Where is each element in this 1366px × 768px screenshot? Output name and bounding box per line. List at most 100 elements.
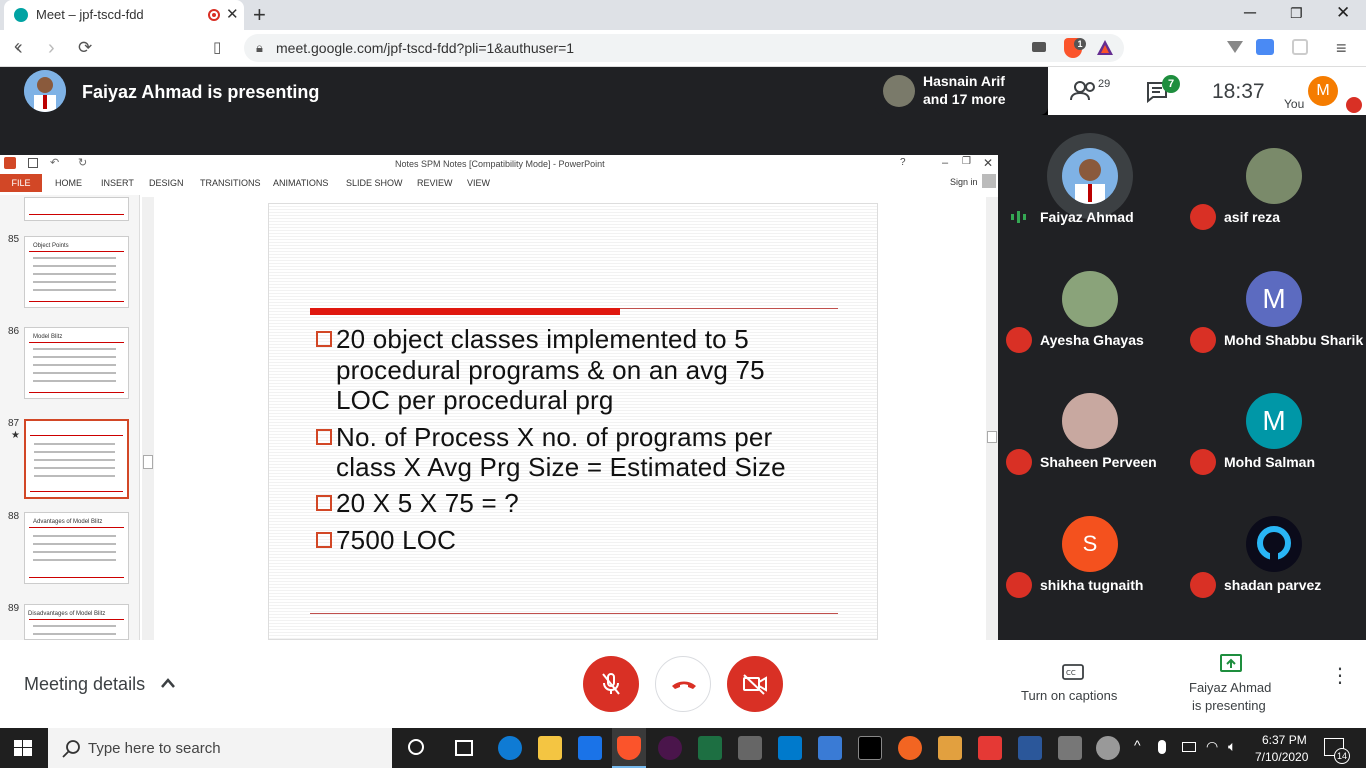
bookmark-icon[interactable]: ▯ bbox=[213, 38, 221, 56]
sign-in-link[interactable]: Sign in bbox=[950, 177, 978, 187]
slide-thumbnail-88[interactable]: Advantages of Model Blitz bbox=[24, 512, 129, 584]
participant-name: Faiyaz Ahmad bbox=[1040, 209, 1134, 225]
redo-icon[interactable]: ↻ bbox=[78, 156, 87, 169]
mic-off-icon bbox=[1006, 572, 1032, 598]
browser-menu-icon[interactable]: ≡ bbox=[1336, 38, 1347, 59]
slide-thumbnail-87-selected[interactable] bbox=[24, 419, 129, 499]
anydesk-taskbar-icon[interactable] bbox=[978, 736, 1002, 760]
ribbon-tab-transitions[interactable]: TRANSITIONS bbox=[200, 178, 261, 188]
word-taskbar-icon[interactable] bbox=[1018, 736, 1042, 760]
slide-number: 87 bbox=[8, 418, 20, 429]
bullet-1-line-2: procedural programs & on an avg 75 bbox=[336, 355, 765, 385]
ribbon-tab-slide-show[interactable]: SLIDE SHOW bbox=[346, 178, 403, 188]
camera-in-use-icon[interactable] bbox=[1032, 42, 1046, 52]
microphone-tray-icon[interactable] bbox=[1158, 740, 1166, 754]
tab-close-icon[interactable]: ✕ bbox=[226, 5, 239, 23]
ribbon-tab-animations[interactable]: ANIMATIONS bbox=[273, 178, 328, 188]
people-icon[interactable] bbox=[1070, 81, 1098, 101]
ribbon-tab-design[interactable]: DESIGN bbox=[149, 178, 184, 188]
captions-icon[interactable]: CC bbox=[1062, 664, 1084, 680]
taskbar-search-box[interactable]: Type here to search bbox=[48, 728, 392, 768]
reload-icon[interactable]: ⟳ bbox=[78, 38, 92, 58]
ribbon-tab-view[interactable]: VIEW bbox=[467, 178, 490, 188]
browser-tab[interactable]: Meet – jpf-tscd-fdd ✕ bbox=[4, 0, 244, 30]
battery-tray-icon[interactable] bbox=[1182, 742, 1196, 752]
mic-off-icon bbox=[1190, 449, 1216, 475]
presenter-banner: Faiyaz Ahmad is presenting bbox=[82, 82, 320, 102]
leave-call-button[interactable] bbox=[655, 656, 711, 712]
omnibox[interactable]: 🔒︎ meet.google.com/jpf-tscd-fdd?pli=1&au… bbox=[244, 34, 1124, 62]
brave-taskbar-icon[interactable] bbox=[617, 736, 641, 760]
ppt-restore-button[interactable]: ❐ bbox=[962, 156, 971, 167]
participant-avatar bbox=[1062, 148, 1118, 204]
search-placeholder: Type here to search bbox=[88, 740, 221, 757]
chevron-up-icon[interactable] bbox=[160, 677, 176, 689]
brave-rewards-icon[interactable] bbox=[1096, 39, 1114, 57]
participant-name: shadan parvez bbox=[1224, 577, 1322, 593]
ribbon-tab-file[interactable]: FILE bbox=[0, 174, 42, 192]
excel-taskbar-icon[interactable] bbox=[698, 736, 722, 760]
meeting-details-button[interactable]: Meeting details bbox=[24, 674, 145, 695]
thumbnail-title: Advantages of Model Blitz bbox=[33, 519, 103, 525]
undo-icon[interactable]: ↶ bbox=[50, 156, 59, 169]
tray-chevron-icon[interactable]: ^ bbox=[1134, 737, 1141, 753]
ppt-close-button[interactable]: ✕ bbox=[983, 156, 993, 170]
slack-taskbar-icon[interactable] bbox=[658, 736, 682, 760]
cortana-icon[interactable] bbox=[408, 739, 424, 755]
slide-scrollbar[interactable] bbox=[986, 197, 998, 640]
taskbar-date[interactable]: 7/10/2020 bbox=[1255, 750, 1308, 764]
new-tab-button[interactable]: + bbox=[253, 2, 266, 28]
ribbon-tab-review[interactable]: REVIEW bbox=[417, 178, 453, 188]
mail-taskbar-icon[interactable] bbox=[578, 736, 602, 760]
other-participants-chip[interactable]: Hasnain Arif and 17 more bbox=[875, 67, 1048, 115]
presenting-label-line-1[interactable]: Faiyaz Ahmad bbox=[1189, 680, 1271, 695]
slide-thumbnail-85[interactable]: Object Points bbox=[24, 236, 129, 308]
slide-thumbnail-86[interactable]: Model Blitz bbox=[24, 327, 129, 399]
extension-icon[interactable] bbox=[1292, 39, 1308, 55]
participant-avatar: M bbox=[1246, 393, 1302, 449]
mic-toggle-button[interactable] bbox=[583, 656, 639, 712]
terminal-taskbar-icon[interactable] bbox=[858, 736, 882, 760]
back-arrow-icon[interactable]: ‹ bbox=[16, 37, 23, 60]
slide-thumbnail-89[interactable]: Disadvantages of Model Blitz bbox=[24, 604, 129, 640]
app-taskbar-icon[interactable] bbox=[1096, 736, 1120, 760]
ribbon-tab-home[interactable]: HOME bbox=[55, 178, 82, 188]
photos-taskbar-icon[interactable] bbox=[818, 736, 842, 760]
vscode-taskbar-icon[interactable] bbox=[778, 736, 802, 760]
ribbon-tab-insert[interactable]: INSERT bbox=[101, 178, 134, 188]
taskbar-time[interactable]: 6:37 PM bbox=[1262, 733, 1307, 747]
edge-taskbar-icon[interactable] bbox=[498, 736, 522, 760]
save-icon[interactable] bbox=[28, 158, 38, 168]
close-window-button[interactable]: ✕ bbox=[1336, 3, 1350, 23]
restore-button[interactable]: ❐ bbox=[1290, 5, 1303, 22]
translate-extension-icon[interactable] bbox=[1256, 39, 1274, 55]
minimize-button[interactable]: ─ bbox=[1244, 3, 1256, 23]
help-icon[interactable]: ? bbox=[900, 157, 906, 168]
store-taskbar-icon[interactable] bbox=[738, 736, 762, 760]
mic-off-icon bbox=[1190, 204, 1216, 230]
present-screen-icon[interactable] bbox=[1220, 654, 1242, 672]
task-view-icon[interactable] bbox=[455, 740, 473, 756]
self-avatar[interactable]: M bbox=[1308, 76, 1338, 106]
forward-arrow-icon[interactable]: › bbox=[48, 37, 55, 60]
camera-off-icon bbox=[743, 674, 767, 695]
extension-filter-icon[interactable] bbox=[1226, 40, 1244, 54]
postman-taskbar-icon[interactable] bbox=[898, 736, 922, 760]
more-options-icon[interactable]: ⋮ bbox=[1330, 666, 1350, 686]
presenting-label-line-2[interactable]: is presenting bbox=[1192, 698, 1266, 713]
file-explorer-taskbar-icon[interactable] bbox=[538, 736, 562, 760]
app-taskbar-icon[interactable] bbox=[938, 736, 962, 760]
user-account-icon[interactable] bbox=[982, 174, 996, 188]
windows-start-icon[interactable] bbox=[14, 740, 32, 756]
app-taskbar-icon[interactable] bbox=[1058, 736, 1082, 760]
volume-tray-icon[interactable]: 🔈︎ bbox=[1228, 738, 1236, 755]
wifi-tray-icon[interactable]: ◠ bbox=[1206, 738, 1218, 755]
others-name: Hasnain Arif bbox=[923, 73, 1005, 89]
captions-label[interactable]: Turn on captions bbox=[1021, 688, 1117, 703]
brave-shield-count: 1 bbox=[1074, 38, 1086, 50]
slide-title-accent-bar bbox=[310, 308, 620, 315]
thumbnail-scrollbar[interactable] bbox=[142, 197, 154, 640]
camera-toggle-button[interactable] bbox=[727, 656, 783, 712]
slide-thumbnail-84[interactable] bbox=[24, 197, 129, 221]
ppt-minimize-button[interactable]: – bbox=[942, 157, 948, 169]
